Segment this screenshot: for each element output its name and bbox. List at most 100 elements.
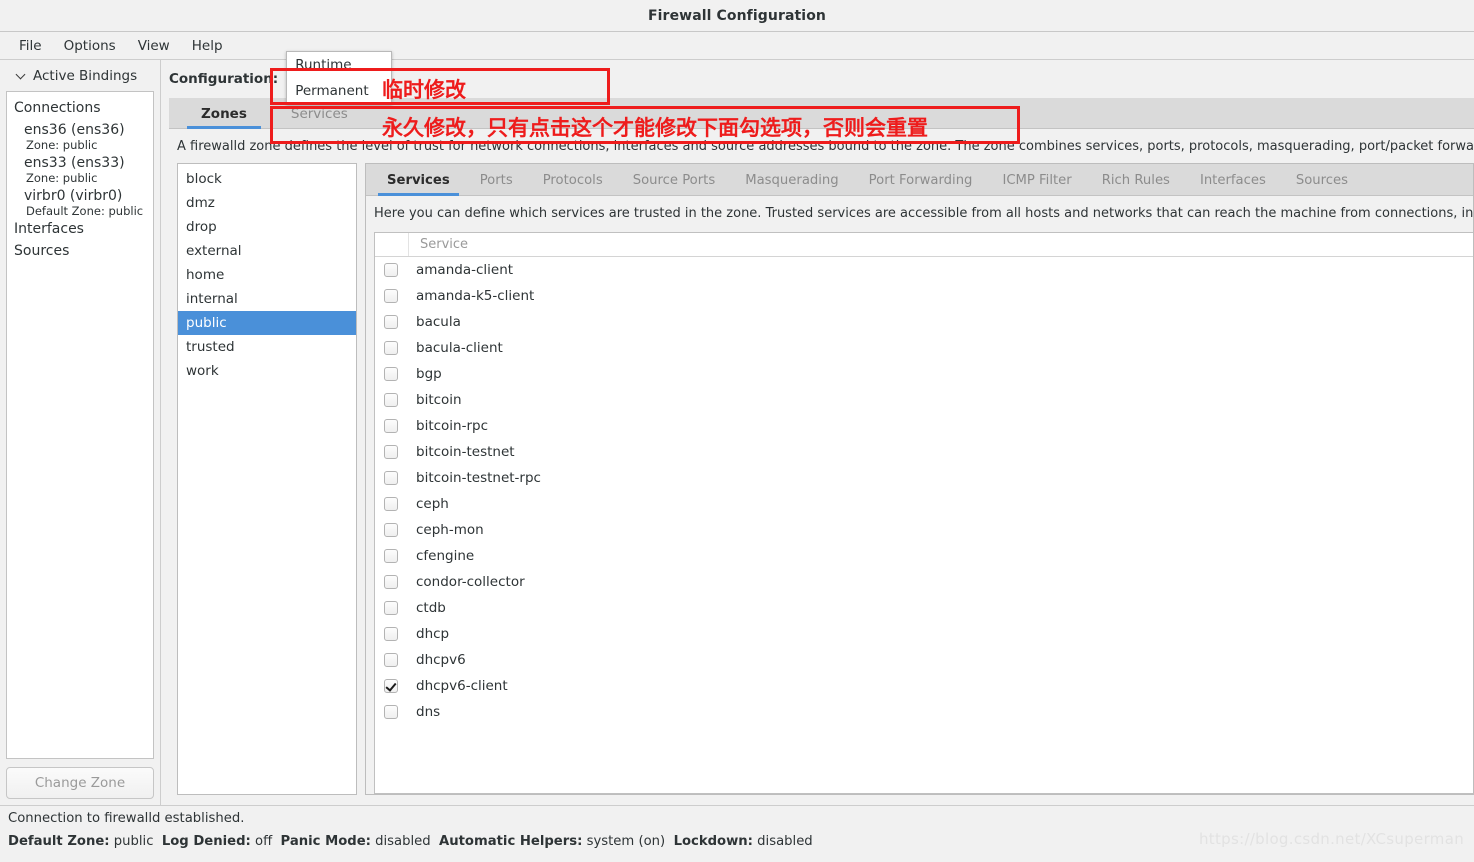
zone-item-trusted[interactable]: trusted bbox=[178, 335, 356, 359]
table-row[interactable]: dns bbox=[375, 699, 1473, 725]
tab-protocols[interactable]: Protocols bbox=[528, 168, 618, 195]
table-row[interactable]: condor-collector bbox=[375, 569, 1473, 595]
zone-item-public[interactable]: public bbox=[178, 311, 356, 336]
table-row[interactable]: bitcoin bbox=[375, 387, 1473, 413]
binding-item[interactable]: ens33 (ens33) Zone: public bbox=[7, 152, 153, 185]
tab-rich-rules[interactable]: Rich Rules bbox=[1087, 168, 1185, 195]
service-checkbox[interactable] bbox=[384, 341, 398, 356]
zone-item-dmz[interactable]: dmz bbox=[178, 191, 356, 215]
tab-ports[interactable]: Ports bbox=[465, 168, 528, 195]
service-checkbox[interactable] bbox=[384, 549, 398, 564]
table-row[interactable]: bacula bbox=[375, 309, 1473, 335]
menu-view[interactable]: View bbox=[127, 35, 181, 57]
services-table[interactable]: Service amanda-client amanda-k5-client b… bbox=[374, 232, 1473, 794]
service-checkbox[interactable] bbox=[384, 575, 398, 590]
tab-port-forwarding[interactable]: Port Forwarding bbox=[854, 168, 988, 195]
sidebar: Active Bindings Connections ens36 (ens36… bbox=[0, 60, 161, 805]
table-row[interactable]: bgp bbox=[375, 361, 1473, 387]
menu-options[interactable]: Options bbox=[53, 35, 127, 57]
zone-item-home[interactable]: home bbox=[178, 263, 356, 287]
zone-panel-split: block dmz drop external home internal pu… bbox=[169, 163, 1474, 805]
bindings-list[interactable]: Connections ens36 (ens36) Zone: public e… bbox=[6, 91, 154, 759]
table-row[interactable]: ctdb bbox=[375, 595, 1473, 621]
binding-item[interactable]: virbr0 (virbr0) Default Zone: public bbox=[7, 185, 153, 218]
table-row[interactable]: bacula-client bbox=[375, 335, 1473, 361]
status-log-denied-value: off bbox=[255, 834, 273, 849]
menu-help[interactable]: Help bbox=[181, 35, 234, 57]
configuration-option-permanent[interactable]: Permanent bbox=[287, 78, 391, 104]
menubar: File Options View Help bbox=[0, 32, 1474, 60]
service-checkbox[interactable] bbox=[384, 393, 398, 408]
table-row[interactable]: amanda-client bbox=[375, 257, 1473, 283]
change-zone-button[interactable]: Change Zone bbox=[6, 767, 154, 799]
service-checkbox[interactable] bbox=[384, 601, 398, 616]
binding-item[interactable]: ens36 (ens36) Zone: public bbox=[7, 119, 153, 152]
tab-icmp-filter[interactable]: ICMP Filter bbox=[987, 168, 1086, 195]
service-checkbox[interactable] bbox=[384, 419, 398, 434]
service-name: bitcoin bbox=[416, 392, 462, 409]
service-name: bitcoin-rpc bbox=[416, 418, 489, 435]
service-checkbox[interactable] bbox=[384, 367, 398, 382]
bindings-group-connections[interactable]: Connections bbox=[7, 97, 153, 119]
service-name: dns bbox=[416, 704, 441, 721]
services-description: Here you can define which services are t… bbox=[374, 206, 1473, 222]
zone-item-block[interactable]: block bbox=[178, 167, 356, 191]
service-checkbox[interactable] bbox=[384, 263, 398, 278]
service-checkbox[interactable] bbox=[384, 497, 398, 512]
table-row[interactable]: ceph-mon bbox=[375, 517, 1473, 543]
status-automatic-helpers-label: Automatic Helpers: bbox=[439, 834, 583, 849]
service-checkbox[interactable] bbox=[384, 471, 398, 486]
zone-item-drop[interactable]: drop bbox=[178, 215, 356, 239]
binding-zone: Zone: public bbox=[26, 138, 98, 152]
menu-file[interactable]: File bbox=[8, 35, 53, 57]
table-row[interactable]: dhcpv6 bbox=[375, 647, 1473, 673]
bindings-group-sources[interactable]: Sources bbox=[7, 240, 153, 262]
service-checkbox[interactable] bbox=[384, 705, 398, 720]
tab-zones[interactable]: Zones bbox=[179, 101, 269, 129]
service-checkbox[interactable] bbox=[384, 523, 398, 538]
service-checkbox[interactable] bbox=[384, 653, 398, 668]
service-name: amanda-k5-client bbox=[416, 288, 535, 305]
tab-source-ports[interactable]: Source Ports bbox=[618, 168, 731, 195]
tab-sources[interactable]: Sources bbox=[1281, 168, 1363, 195]
service-checkbox[interactable] bbox=[384, 445, 398, 460]
service-name: condor-collector bbox=[416, 574, 525, 591]
service-name: ctdb bbox=[416, 600, 446, 617]
table-row[interactable]: ceph bbox=[375, 491, 1473, 517]
tab-interfaces[interactable]: Interfaces bbox=[1185, 168, 1281, 195]
zone-list[interactable]: block dmz drop external home internal pu… bbox=[177, 163, 357, 795]
tab-services[interactable]: Services bbox=[372, 168, 465, 197]
service-name: dhcpv6-client bbox=[416, 678, 508, 695]
service-checkbox[interactable] bbox=[384, 627, 398, 642]
service-checkbox[interactable] bbox=[384, 315, 398, 330]
main-area: Active Bindings Connections ens36 (ens36… bbox=[0, 51, 1474, 805]
configuration-combobox[interactable]: Runtime Permanent bbox=[286, 51, 393, 105]
service-checkbox[interactable] bbox=[384, 289, 398, 304]
table-row[interactable]: dhcpv6-client bbox=[375, 673, 1473, 699]
configuration-option-runtime[interactable]: Runtime bbox=[287, 52, 392, 78]
status-default-zone-value: public bbox=[113, 834, 154, 849]
bindings-group-interfaces[interactable]: Interfaces bbox=[7, 218, 153, 240]
configuration-dropdown-popup[interactable]: Runtime Permanent bbox=[286, 51, 393, 105]
zone-item-external[interactable]: external bbox=[178, 239, 356, 263]
table-row[interactable]: bitcoin-testnet bbox=[375, 439, 1473, 465]
services-checkbox-column-header bbox=[375, 233, 409, 257]
table-row[interactable]: dhcp bbox=[375, 621, 1473, 647]
table-row[interactable]: bitcoin-testnet-rpc bbox=[375, 465, 1473, 491]
binding-zone: Zone: public bbox=[26, 171, 98, 185]
service-name: ceph-mon bbox=[416, 522, 484, 539]
tab-masquerading[interactable]: Masquerading bbox=[730, 168, 853, 195]
binding-name: ens33 (ens33) bbox=[24, 155, 125, 171]
table-row[interactable]: cfengine bbox=[375, 543, 1473, 569]
table-row[interactable]: bitcoin-rpc bbox=[375, 413, 1473, 439]
tab-services-top[interactable]: Services bbox=[269, 101, 370, 128]
service-name: bacula-client bbox=[416, 340, 503, 357]
table-row[interactable]: amanda-k5-client bbox=[375, 283, 1473, 309]
binding-name: ens36 (ens36) bbox=[24, 122, 125, 138]
zone-item-work[interactable]: work bbox=[178, 359, 356, 383]
service-checkbox[interactable] bbox=[384, 679, 398, 694]
active-bindings-toggle[interactable]: Active Bindings bbox=[6, 60, 154, 91]
zone-item-internal[interactable]: internal bbox=[178, 287, 356, 311]
service-name: bitcoin-testnet bbox=[416, 444, 515, 461]
status-panic-mode-value: disabled bbox=[375, 834, 431, 849]
